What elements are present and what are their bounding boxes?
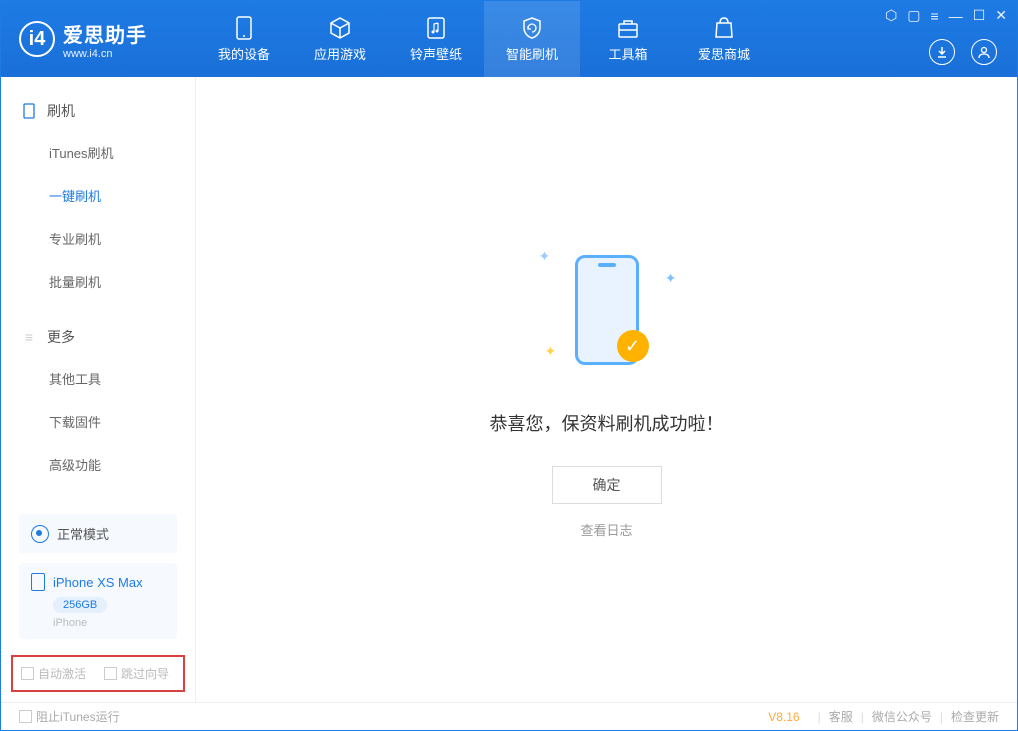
auto-activate-checkbox[interactable]: 自动激活 — [21, 665, 86, 682]
close-button[interactable]: ✕ — [995, 7, 1007, 24]
nav-label: 我的设备 — [218, 44, 270, 63]
sidebar-group-flash[interactable]: 刷机 — [1, 91, 195, 131]
options-row: 自动激活 跳过向导 — [11, 655, 185, 692]
device-type: iPhone — [53, 617, 165, 629]
group-title: 刷机 — [47, 101, 75, 121]
nav-flash[interactable]: 智能刷机 — [484, 1, 580, 77]
mode-icon — [31, 525, 49, 543]
nav-label: 应用游戏 — [314, 44, 366, 63]
nav-label: 工具箱 — [608, 44, 647, 63]
cube-icon — [328, 16, 352, 40]
storage-badge: 256GB — [53, 597, 107, 613]
nav-apps[interactable]: 应用游戏 — [292, 1, 388, 77]
sidebar-item-advanced[interactable]: 高级功能 — [1, 443, 195, 486]
list-icon: ≡ — [21, 329, 37, 345]
logo-icon: i4 — [19, 21, 55, 57]
version-label: V8.16 — [768, 710, 799, 724]
device-info[interactable]: iPhone XS Max 256GB iPhone — [19, 563, 177, 639]
logo-subtitle: www.i4.cn — [63, 48, 147, 60]
group-title: 更多 — [47, 327, 75, 347]
mode-label: 正常模式 — [57, 524, 109, 543]
toolbox-icon — [616, 16, 640, 40]
sparkle-icon: ✦ — [545, 343, 557, 360]
main-content: ✦ ✦ ✦ ✓ 恭喜您，保资料刷机成功啦！ 确定 查看日志 — [196, 77, 1017, 702]
view-log-link[interactable]: 查看日志 — [580, 520, 632, 539]
success-message: 恭喜您，保资料刷机成功啦！ — [490, 410, 724, 436]
phone-icon — [21, 103, 37, 119]
sparkle-icon: ✦ — [665, 270, 677, 287]
success-illustration: ✦ ✦ ✦ ✓ — [527, 240, 687, 380]
skip-guide-checkbox[interactable]: 跳过向导 — [104, 665, 169, 682]
user-button[interactable] — [971, 39, 997, 65]
nav-label: 爱思商城 — [698, 44, 750, 63]
sidebar: 刷机 iTunes刷机 一键刷机 专业刷机 批量刷机 ≡ 更多 其他工具 下载固… — [1, 77, 196, 702]
sidebar-item-firmware[interactable]: 下载固件 — [1, 400, 195, 443]
header: i4 爱思助手 www.i4.cn 我的设备 应用游戏 铃声壁纸 智能刷机 工具… — [1, 1, 1017, 77]
check-icon: ✓ — [617, 330, 649, 362]
block-itunes-checkbox[interactable]: 阻止iTunes运行 — [19, 708, 120, 725]
check-update-link[interactable]: 检查更新 — [951, 708, 999, 725]
shirt-icon[interactable]: ⬡ — [885, 7, 897, 24]
refresh-shield-icon — [520, 16, 544, 40]
sidebar-item-pro[interactable]: 专业刷机 — [1, 217, 195, 260]
mode-indicator[interactable]: 正常模式 — [19, 514, 177, 553]
window-controls: ⬡ ▢ ≡ — ☐ ✕ — [885, 7, 1007, 24]
device-icon — [31, 573, 45, 591]
customer-service-link[interactable]: 客服 — [829, 708, 853, 725]
lock-icon[interactable]: ▢ — [907, 7, 920, 24]
sidebar-item-othertools[interactable]: 其他工具 — [1, 357, 195, 400]
minimize-button[interactable]: — — [949, 8, 963, 24]
menu-icon[interactable]: ≡ — [931, 8, 939, 24]
bag-icon — [712, 16, 736, 40]
nav: 我的设备 应用游戏 铃声壁纸 智能刷机 工具箱 爱思商城 — [196, 1, 772, 77]
sidebar-group-more[interactable]: ≡ 更多 — [1, 317, 195, 357]
nav-label: 铃声壁纸 — [410, 44, 462, 63]
logo[interactable]: i4 爱思助手 www.i4.cn — [1, 19, 196, 60]
sidebar-item-itunes[interactable]: iTunes刷机 — [1, 131, 195, 174]
maximize-button[interactable]: ☐ — [973, 7, 986, 24]
logo-title: 爱思助手 — [63, 19, 147, 48]
footer: 阻止iTunes运行 V8.16 | 客服 | 微信公众号 | 检查更新 — [1, 702, 1017, 730]
nav-ringtone[interactable]: 铃声壁纸 — [388, 1, 484, 77]
sidebar-item-oneclick[interactable]: 一键刷机 — [1, 174, 195, 217]
nav-toolbox[interactable]: 工具箱 — [580, 1, 676, 77]
nav-my-device[interactable]: 我的设备 — [196, 1, 292, 77]
ok-button[interactable]: 确定 — [552, 466, 662, 504]
device-icon — [232, 16, 256, 40]
music-icon — [424, 16, 448, 40]
sidebar-item-batch[interactable]: 批量刷机 — [1, 260, 195, 303]
download-button[interactable] — [929, 39, 955, 65]
header-right — [929, 39, 997, 65]
wechat-link[interactable]: 微信公众号 — [872, 708, 932, 725]
sparkle-icon: ✦ — [539, 248, 551, 265]
nav-store[interactable]: 爱思商城 — [676, 1, 772, 77]
device-name: iPhone XS Max — [53, 575, 143, 590]
nav-label: 智能刷机 — [506, 44, 558, 63]
